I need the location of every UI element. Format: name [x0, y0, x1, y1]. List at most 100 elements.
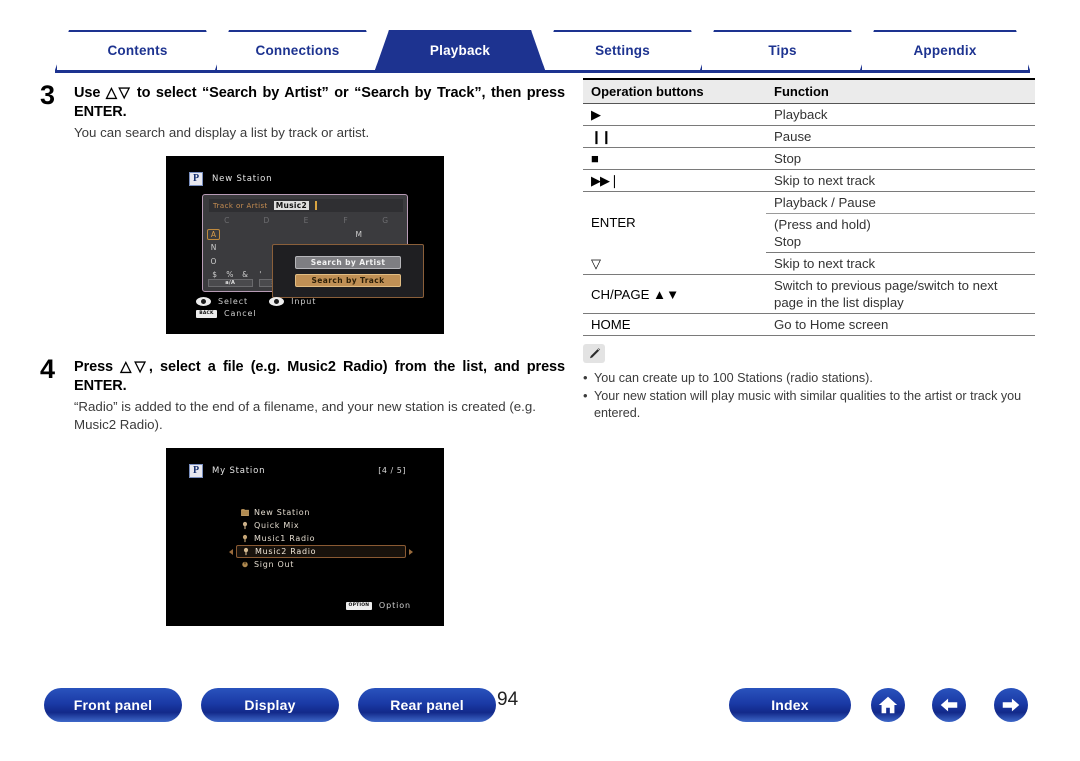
table-row: ENTER Playback / Pause: [583, 191, 1035, 230]
legend-label: Cancel: [224, 309, 257, 318]
cell-function: Playback / Pause: [766, 191, 1035, 214]
keyboard-key[interactable]: G: [365, 216, 405, 225]
index-button[interactable]: Index: [729, 688, 851, 722]
step-body: Use △▽ to select “Search by Artist” or “…: [74, 84, 565, 142]
device-screen-my-station: P My Station [4 / 5] New Station Quick M…: [166, 448, 444, 626]
cell-function: Skip to next track: [766, 169, 1035, 192]
table-row: ❙❙ Pause: [583, 125, 1035, 148]
pencil-glyph: [589, 348, 600, 359]
pencil-icon: [583, 344, 605, 363]
keyboard-row[interactable]: A M: [207, 228, 405, 242]
text-caret: [315, 201, 317, 210]
search-mode-dialog: Search by Artist Search by Track: [272, 244, 424, 298]
tab-underline: [55, 70, 1030, 73]
tab-contents[interactable]: Contents: [55, 30, 220, 70]
legend-label: Input: [291, 297, 317, 306]
legend-label: Select: [218, 297, 249, 306]
cell-function: (Press and hold): [774, 217, 871, 232]
cell-button-home: HOME: [583, 313, 766, 336]
screen-header: P New Station: [189, 172, 272, 186]
left-arrow-icon: [229, 548, 233, 555]
back-arrow-icon[interactable]: [932, 688, 966, 722]
display-button[interactable]: Display: [201, 688, 339, 722]
step-4: 4 Press △▽, select a file (e.g. Music2 R…: [40, 354, 565, 434]
option-key-icon: OPTION: [345, 601, 372, 610]
tab-label: Contents: [107, 42, 168, 58]
signout-icon: [242, 561, 248, 568]
home-icon[interactable]: [871, 688, 905, 722]
tab-tips[interactable]: Tips: [700, 30, 865, 70]
forward-arrow-icon[interactable]: [994, 688, 1028, 722]
back-key-icon: BACK: [196, 309, 217, 318]
search-by-track-button[interactable]: Search by Track: [295, 273, 401, 287]
keyboard-key[interactable]: O: [207, 257, 220, 266]
tab-appendix[interactable]: Appendix: [860, 30, 1030, 70]
legend-row: Select Input: [196, 297, 316, 306]
station-list: New Station Quick Mix Music1 Radio Music…: [229, 506, 413, 571]
tab-playback[interactable]: Playback: [375, 30, 545, 70]
cell-function: Skip to next track: [766, 252, 1035, 275]
forward-arrow-glyph: [1002, 698, 1020, 712]
list-item-selected[interactable]: Music2 Radio: [229, 545, 413, 558]
column-header-operation-buttons: Operation buttons: [583, 78, 766, 104]
step-number: 4: [40, 354, 56, 384]
legend-input: Input: [269, 297, 316, 306]
cell-button: ▶▶❘: [583, 169, 766, 192]
table-header-row: Operation buttons Function: [583, 78, 1035, 104]
pandora-logo-icon: P: [189, 464, 203, 478]
keyboard-key[interactable]: E: [286, 216, 326, 225]
cell-button: ■: [583, 147, 766, 170]
table-row: ▽ Skip to next track: [583, 252, 1035, 275]
rear-panel-button[interactable]: Rear panel: [358, 688, 496, 722]
skip-next-icon: ▶▶❘: [591, 173, 620, 188]
back-arrow-glyph: [940, 698, 958, 712]
page-number: 94: [497, 689, 519, 710]
note-item: Your new station will play music with si…: [583, 387, 1038, 422]
step-description: You can search and display a list by tra…: [74, 125, 370, 140]
cell-function: Stop: [766, 147, 1035, 170]
station-icon: [243, 547, 249, 556]
tab-connections[interactable]: Connections: [215, 30, 380, 70]
cell-button-chpage: CH/PAGE ▲▼: [583, 274, 766, 314]
search-input-label: Track or Artist: [213, 201, 268, 210]
search-input-field[interactable]: Track or Artist Music2: [209, 199, 403, 212]
tab-label: Tips: [768, 42, 797, 58]
device-screen-new-station: P New Station Track or Artist Music2 C D…: [166, 156, 444, 334]
keyboard-key[interactable]: M: [313, 230, 406, 239]
list-item[interactable]: Sign Out: [236, 558, 406, 571]
note-item: You can create up to 100 Stations (radio…: [583, 369, 1038, 387]
case-toggle-button[interactable]: a/A: [208, 278, 253, 287]
keyboard-key-selected[interactable]: A: [207, 228, 220, 240]
keyboard-row-top[interactable]: C D E F G: [207, 214, 405, 228]
front-panel-button[interactable]: Front panel: [44, 688, 182, 722]
enter-icon: [269, 297, 285, 306]
legend-select: Select: [196, 297, 248, 306]
table-row: ■ Stop: [583, 147, 1035, 170]
search-by-artist-button[interactable]: Search by Artist: [295, 255, 401, 269]
list-item[interactable]: New Station: [236, 506, 406, 519]
keyboard-key[interactable]: N: [207, 243, 220, 252]
screen-title: New Station: [212, 174, 273, 184]
keyboard-key[interactable]: D: [247, 216, 287, 225]
operation-buttons-table-wrap: Operation buttons Function ▶ Playback ❙❙…: [583, 78, 1035, 336]
manual-page: Contents Connections Playback Settings T…: [0, 0, 1080, 761]
step-3: 3 Use △▽ to select “Search by Artist” or…: [40, 80, 565, 142]
folder-icon: [241, 509, 249, 516]
cell-button: ❙❙: [583, 125, 766, 148]
column-header-function: Function: [766, 78, 1035, 104]
tab-settings[interactable]: Settings: [540, 30, 705, 70]
cell-button-enter: ENTER: [591, 214, 636, 230]
tab-label: Settings: [595, 42, 650, 58]
list-item[interactable]: Quick Mix: [236, 519, 406, 532]
tab-label: Appendix: [913, 42, 977, 58]
screen-legend: Select Input BACK Cancel: [196, 297, 316, 321]
list-item[interactable]: Music1 Radio: [236, 532, 406, 545]
dpad-icon: [196, 297, 211, 306]
list-item-label: Music2 Radio: [255, 547, 317, 556]
list-item-label: New Station: [254, 508, 311, 517]
note-section: You can create up to 100 Stations (radio…: [583, 344, 1038, 423]
keyboard-key[interactable]: C: [207, 216, 247, 225]
tab-label: Playback: [429, 42, 491, 58]
pandora-logo-icon: P: [189, 172, 203, 186]
keyboard-key[interactable]: F: [326, 216, 366, 225]
